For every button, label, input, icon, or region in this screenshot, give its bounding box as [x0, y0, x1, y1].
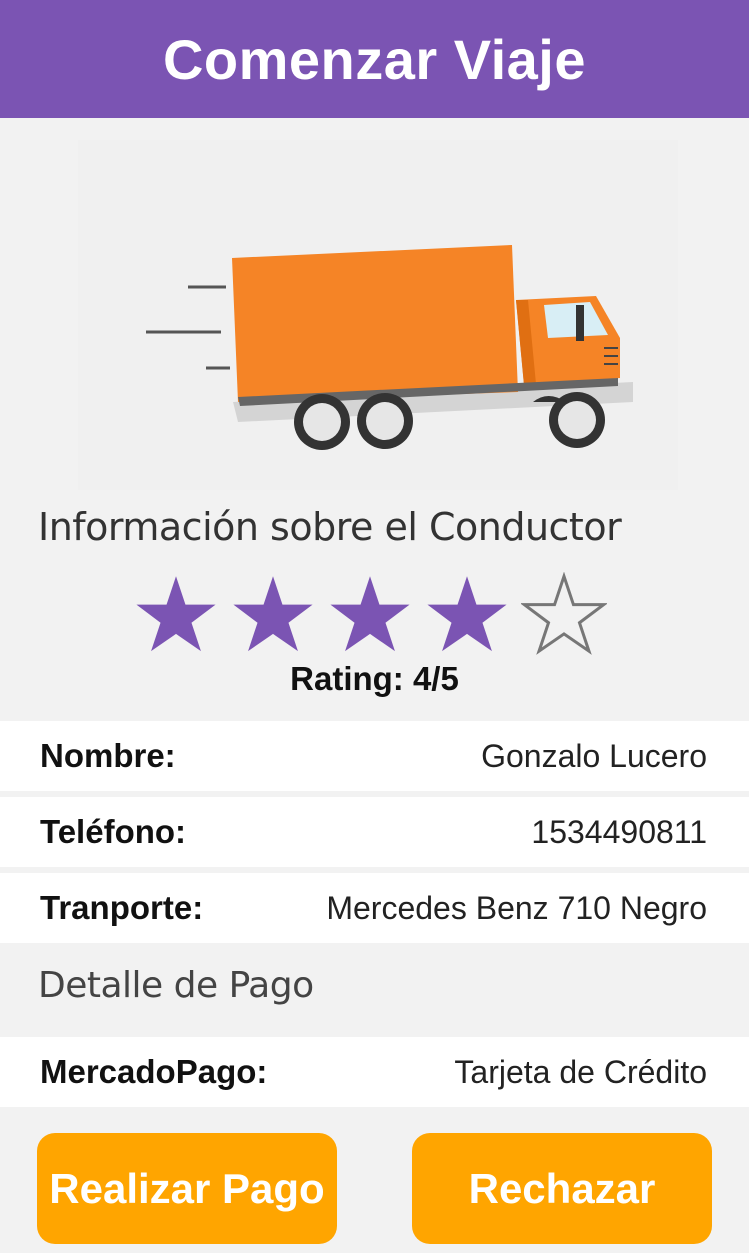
driver-transport-row: Tranporte: Mercedes Benz 710 Negro	[0, 873, 749, 943]
payment-heading: Detalle de Pago	[38, 965, 314, 1006]
driver-phone-row: Teléfono: 1534490811	[0, 797, 749, 867]
name-label: Nombre:	[40, 737, 176, 774]
payment-method-label: MercadoPago:	[40, 1053, 268, 1090]
transport-label: Tranporte:	[40, 889, 204, 926]
payment-method-value: Tarjeta de Crédito	[454, 1053, 707, 1090]
star-filled-icon	[427, 576, 507, 652]
truck-illustration	[78, 140, 678, 490]
reject-button[interactable]: Rechazar	[412, 1133, 712, 1244]
star-filled-icon	[233, 576, 313, 652]
phone-label: Teléfono:	[40, 813, 187, 850]
phone-value: 1534490811	[531, 813, 707, 850]
rating-text: Rating: 4/5	[290, 660, 459, 697]
star-filled-icon	[136, 576, 216, 652]
page-title: Comenzar Viaje	[162, 27, 587, 91]
star-filled-icon	[330, 576, 410, 652]
payment-method-row: MercadoPago: Tarjeta de Crédito	[0, 1037, 749, 1107]
star-empty-icon	[521, 572, 607, 655]
name-value: Gonzalo Lucero	[481, 737, 707, 774]
delivery-truck-icon	[146, 245, 633, 450]
transport-value: Mercedes Benz 710 Negro	[326, 889, 707, 926]
pay-button[interactable]: Realizar Pago	[37, 1133, 337, 1244]
driver-rating-stars	[133, 572, 633, 658]
app-header: Comenzar Viaje	[0, 0, 749, 118]
driver-name-row: Nombre: Gonzalo Lucero	[0, 721, 749, 791]
driver-info-heading: Información sobre el Conductor	[38, 505, 622, 549]
